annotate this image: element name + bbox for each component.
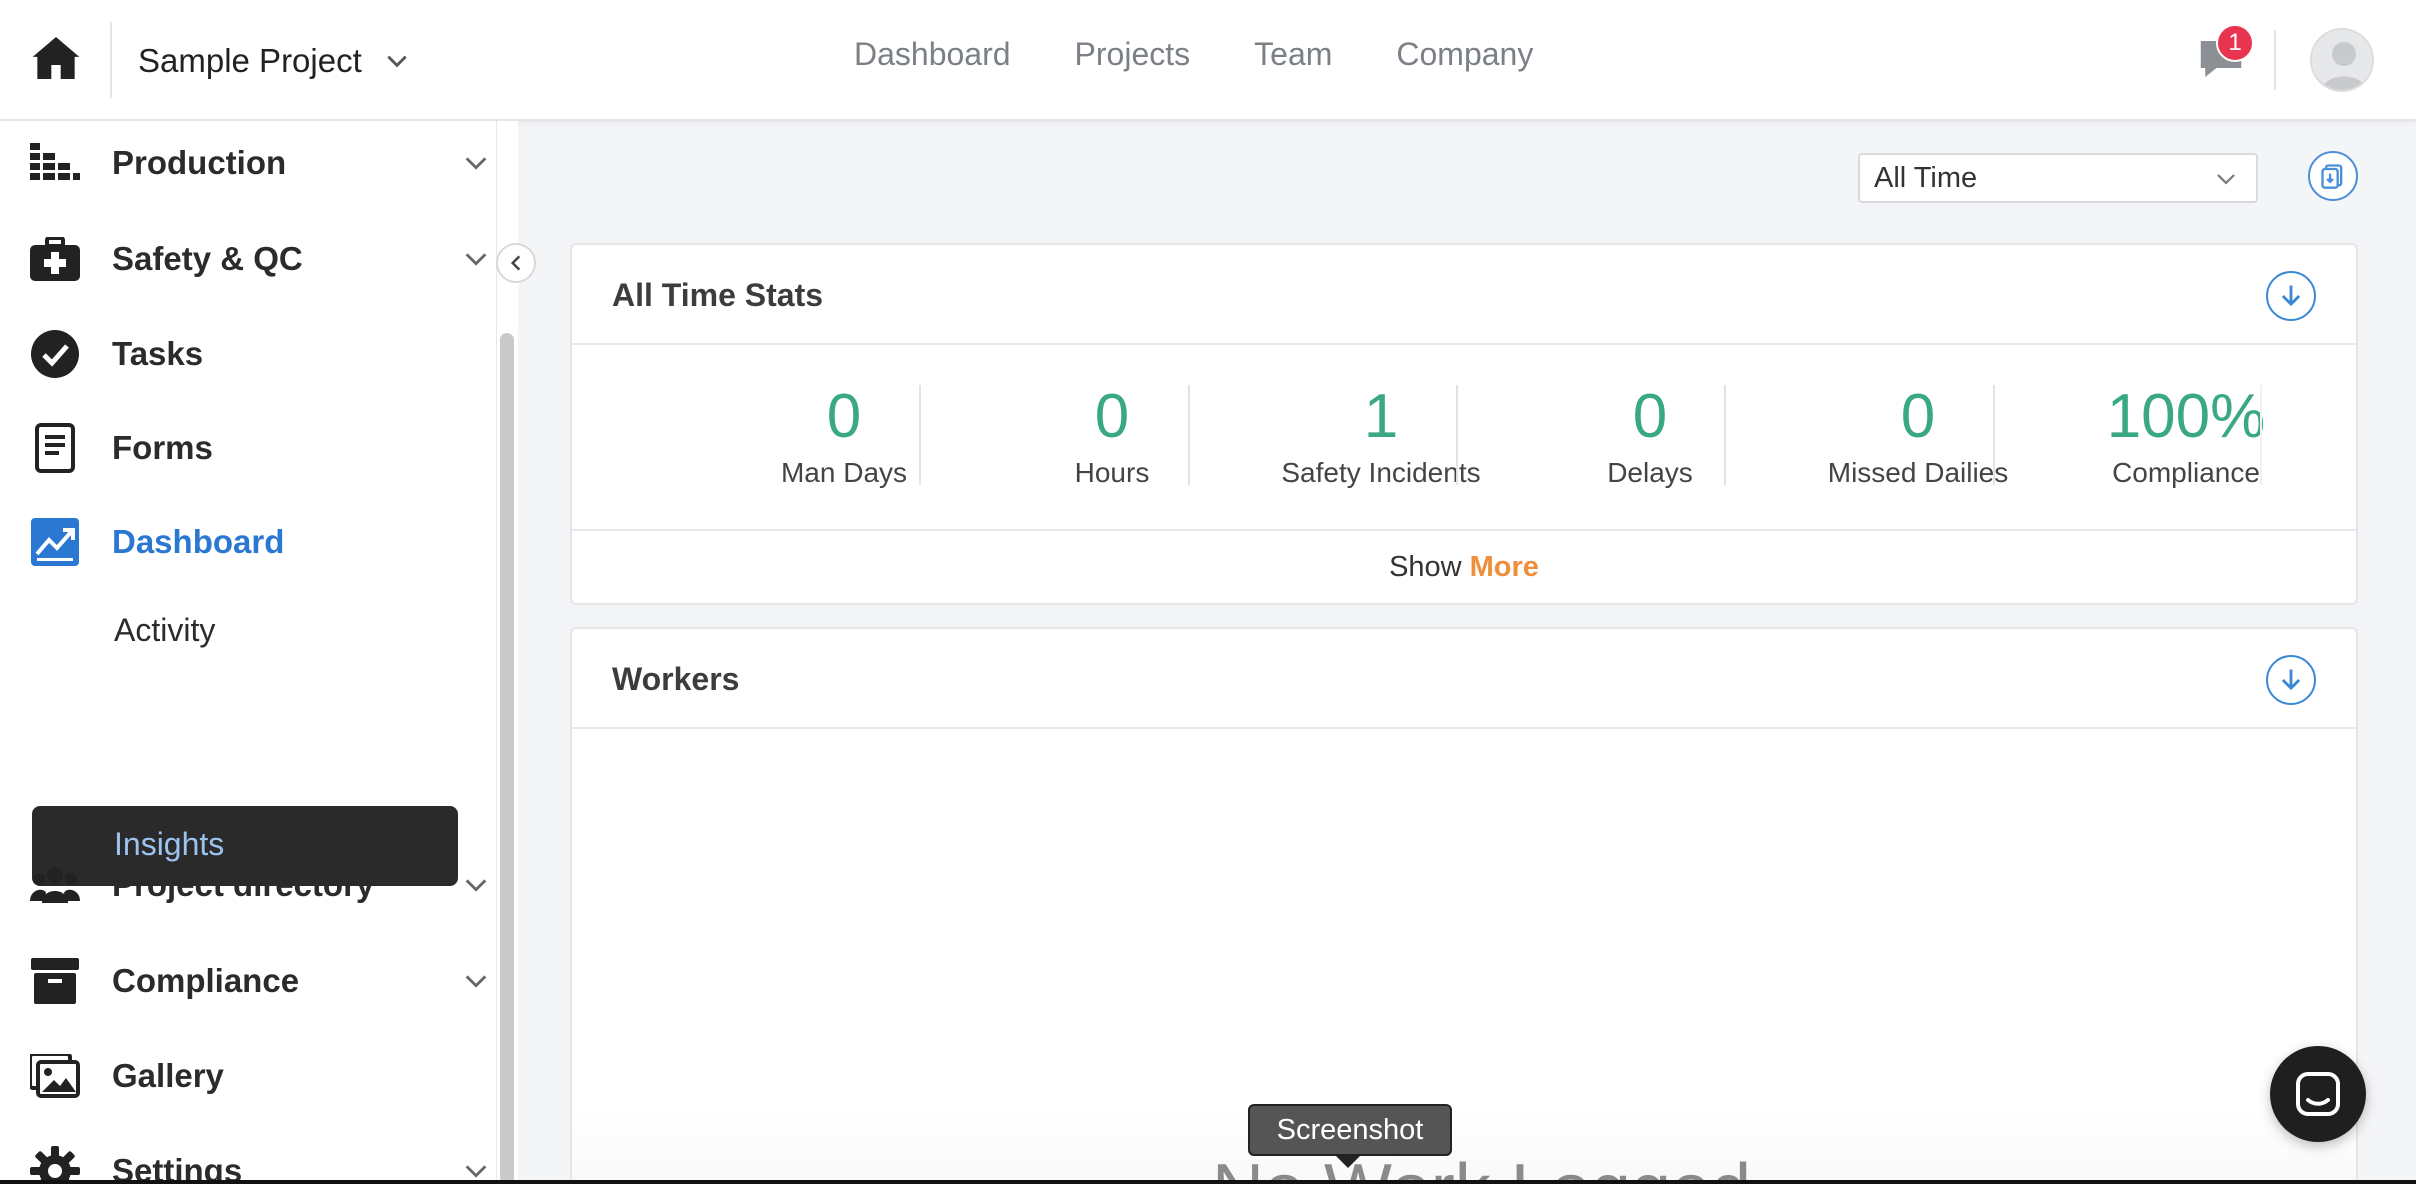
show-more-button[interactable]: Show More (572, 529, 2356, 603)
sidebar: Production Safety & QC Tasks Forms Dashb… (0, 121, 518, 1184)
gallery-icon (30, 1051, 80, 1101)
top-bar: Sample Project Dashboard Projects Team C… (0, 0, 2416, 121)
screenshot-tooltip: Screenshot (1248, 1104, 1452, 1156)
time-range-select[interactable]: All Time (1858, 153, 2258, 203)
home-icon[interactable] (28, 30, 84, 86)
sidebar-item-dashboard[interactable]: Dashboard (0, 502, 496, 582)
download-button[interactable] (2266, 271, 2316, 321)
show-label: Show (1389, 550, 1462, 583)
stat-safety-incidents: 1 Safety Incidents (1247, 385, 1515, 489)
workers-card-header: Workers (572, 629, 2356, 729)
stat-delays: 0 Delays (1516, 385, 1784, 489)
stat-divider (1724, 385, 1726, 485)
notification-badge: 1 (2216, 24, 2254, 62)
export-button[interactable] (2308, 151, 2358, 201)
sidebar-sub-activity[interactable]: Activity (114, 612, 215, 649)
nav-projects[interactable]: Projects (1075, 36, 1191, 73)
avatar[interactable] (2310, 28, 2374, 92)
stat-label: Man Days (780, 457, 908, 488)
sidebar-item-label: Compliance (112, 962, 300, 999)
stat-divider (1456, 385, 1458, 485)
sidebar-item-label: Gallery (112, 1057, 224, 1094)
chevron-down-icon (387, 55, 407, 68)
tooltip-arrow (1334, 1154, 1362, 1168)
chevron-down-icon (465, 157, 487, 170)
stat-value: 0 (1900, 382, 1936, 451)
stats-card: All Time Stats 0 Man Days 0 Hours 1 Safe… (570, 243, 2358, 605)
sidebar-item-production[interactable]: Production (0, 123, 496, 203)
project-selector[interactable]: Sample Project (138, 36, 410, 86)
archive-icon (30, 956, 80, 1006)
stat-label: Hours (1074, 457, 1150, 488)
sidebar-item-label: Safety & QC (112, 240, 303, 277)
support-chat-button[interactable] (2270, 1046, 2366, 1142)
stat-value: 0 (826, 382, 862, 451)
workers-card: Workers s No Work Logged (570, 627, 2358, 1184)
stat-divider (1188, 385, 1190, 485)
more-label: More (1469, 550, 1539, 583)
chevron-left-icon (510, 255, 521, 271)
stats-card-header: All Time Stats (572, 245, 2356, 345)
stat-value: 100% (2106, 382, 2266, 451)
sidebar-item-project-directory[interactable]: Project directory (0, 845, 496, 925)
top-nav: Dashboard Projects Team Company (854, 36, 1533, 73)
stat-man-days: 0 Man Days (710, 385, 978, 489)
time-range-value: All Time (1874, 161, 1978, 194)
divider (110, 22, 112, 98)
chevron-down-icon (465, 253, 487, 266)
stat-value: 0 (1094, 382, 1130, 451)
stat-missed-dailies: 0 Missed Dailies (1784, 385, 2052, 489)
stat-value: 1 (1363, 382, 1399, 451)
nav-team[interactable]: Team (1254, 36, 1332, 73)
sidebar-item-tasks[interactable]: Tasks (0, 314, 496, 394)
stat-divider (2260, 385, 2262, 485)
nav-company[interactable]: Company (1396, 36, 1533, 73)
chevron-down-icon (465, 879, 487, 892)
stat-label: Delays (1607, 457, 1693, 488)
workers-chart-area: s No Work Logged (572, 729, 2356, 1184)
check-circle-icon (30, 329, 80, 379)
stats-card-title: All Time Stats (612, 277, 824, 313)
stats-row: 0 Man Days 0 Hours 1 Safety Incidents 0 … (572, 345, 2356, 529)
stat-value: 0 (1632, 382, 1668, 451)
export-icon (2321, 164, 2343, 189)
sidebar-item-forms[interactable]: Forms (0, 408, 496, 488)
sidebar-scroll-thumb[interactable] (500, 333, 514, 1184)
download-icon (2281, 669, 2301, 691)
sidebar-item-label: Production (112, 144, 287, 181)
sidebar-item-gallery[interactable]: Gallery (0, 1036, 496, 1116)
chat-icon (2296, 1072, 2340, 1116)
sidebar-item-label: Dashboard (112, 523, 285, 560)
chevron-down-icon (2217, 174, 2235, 185)
workers-card-title: Workers (612, 661, 740, 697)
form-icon (30, 423, 80, 473)
stat-hours: 0 Hours (978, 385, 1246, 489)
divider (2274, 30, 2276, 90)
sidebar-item-safety[interactable]: Safety & QC (0, 219, 496, 299)
gear-icon (30, 1146, 80, 1184)
project-name: Sample Project (138, 42, 362, 79)
stat-divider (919, 385, 921, 485)
sidebar-item-settings[interactable]: Settings (0, 1131, 496, 1184)
stat-divider (1993, 385, 1995, 485)
stat-compliance: 100% Compliance (2052, 385, 2320, 489)
sidebar-item-label: Forms (112, 429, 213, 466)
production-icon (30, 138, 80, 188)
chevron-down-icon (465, 975, 487, 988)
sidebar-item-label: Tasks (112, 335, 204, 372)
download-icon (2281, 285, 2301, 307)
sidebar-item-compliance[interactable]: Compliance (0, 941, 496, 1021)
medkit-icon (30, 234, 80, 284)
people-icon (30, 860, 80, 910)
stat-label: Safety Incidents (1281, 457, 1481, 488)
main-content: All Time All Time Stats 0 Man Days 0 Hou… (518, 121, 2416, 1184)
stat-label: Missed Dailies (1827, 457, 2009, 488)
download-button[interactable] (2266, 655, 2316, 705)
sidebar-item-label: Project directory (112, 866, 375, 903)
stat-label: Compliance (2112, 457, 2260, 488)
window-bottom-edge (0, 1180, 2416, 1184)
chart-icon (30, 517, 80, 567)
nav-dashboard[interactable]: Dashboard (854, 36, 1011, 73)
collapse-sidebar-button[interactable] (496, 243, 536, 283)
